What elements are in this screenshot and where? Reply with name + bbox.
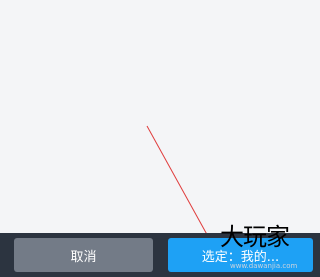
content-area <box>0 0 320 233</box>
watermark-url: www.dawanjia.com <box>230 262 298 270</box>
watermark-logo: 大玩家 <box>220 223 290 251</box>
cancel-button[interactable]: 取消 <box>14 238 153 272</box>
